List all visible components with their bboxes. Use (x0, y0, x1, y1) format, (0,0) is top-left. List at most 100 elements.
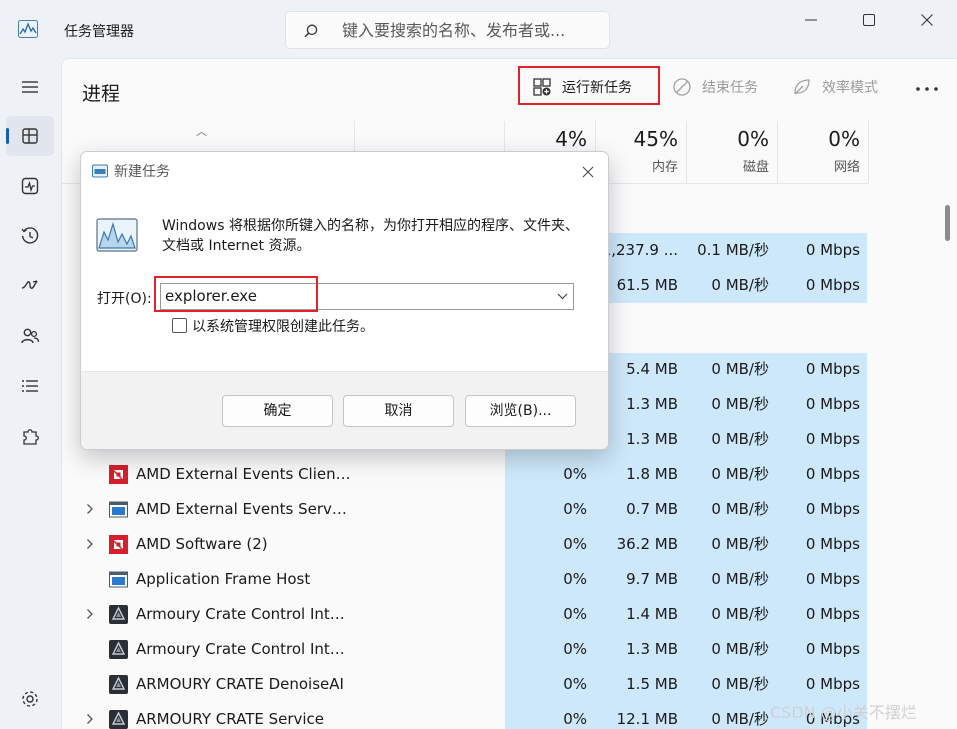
app-window-icon (109, 500, 128, 519)
run-new-task-label: 运行新任务 (562, 80, 632, 96)
cell-disk: 0 MB/秒 (711, 710, 769, 728)
open-label: 打开(O): (97, 291, 152, 307)
chevron-right-icon[interactable] (86, 713, 94, 725)
column-disk[interactable]: 0% 磁盘 (679, 127, 769, 175)
nav-startup-apps[interactable] (6, 266, 54, 306)
minimize-button[interactable] (788, 0, 834, 40)
task-manager-app-icon (18, 20, 38, 38)
disk-percent: 0% (737, 127, 769, 151)
cell-mem: 9.7 MB (626, 570, 678, 588)
cell-mem: 1.3 MB (626, 640, 678, 658)
dialog-footer: 确定 取消 浏览(B)... (81, 371, 608, 449)
admin-privileges-label: 以系统管理权限创建此任务。 (192, 319, 374, 335)
watermark: CSDN @小关不摆烂 (770, 703, 917, 722)
cell-cpu: 0% (563, 675, 587, 693)
history-icon (21, 227, 39, 244)
cell-net: 0 Mbps (805, 241, 860, 259)
cell-mem: 1.4 MB (626, 605, 678, 623)
search-box[interactable] (285, 11, 610, 49)
disk-label: 磁盘 (742, 160, 769, 175)
details-list-icon (22, 380, 38, 392)
chevron-down-icon[interactable] (557, 293, 568, 300)
cell-net: 0 Mbps (805, 500, 860, 518)
process-name: Application Frame Host (136, 570, 311, 588)
cell-disk: 0 MB/秒 (711, 276, 769, 294)
admin-privileges-checkbox[interactable] (172, 318, 187, 333)
services-puzzle-icon (23, 429, 39, 445)
cell-cpu: 0% (563, 640, 587, 658)
process-name: ARMOURY CRATE DenoiseAI (136, 675, 344, 693)
cell-cpu: 0% (563, 605, 587, 623)
search-input[interactable] (342, 18, 597, 42)
cell-cpu: 0% (563, 500, 587, 518)
page-title: 进程 (82, 83, 121, 105)
cell-disk: 0 MB/秒 (711, 465, 769, 483)
armoury-crate-icon (109, 675, 128, 694)
cell-mem: 1.5 MB (626, 675, 678, 693)
cell-disk: 0 MB/秒 (711, 640, 769, 658)
gear-icon (22, 691, 38, 707)
armoury-crate-icon (109, 710, 128, 729)
vertical-scrollbar[interactable] (945, 205, 950, 241)
startup-icon (21, 280, 38, 289)
maximize-button[interactable] (846, 0, 892, 40)
ok-button[interactable]: 确定 (222, 395, 333, 427)
run-dialog-title-icon (92, 164, 108, 178)
dialog-description: Windows 将根据你所键入的名称，为你打开相应的程序、文件夹、文档或 Int… (162, 218, 579, 254)
amd-logo-icon (109, 535, 128, 554)
chevron-right-icon[interactable] (86, 538, 94, 550)
nav-details[interactable] (6, 366, 54, 406)
process-name: AMD Software (2) (136, 535, 268, 553)
chevron-right-icon[interactable] (86, 608, 94, 620)
open-input-highlight-box (154, 276, 318, 312)
cell-mem: 0.7 MB (626, 500, 678, 518)
more-options-icon[interactable] (915, 86, 939, 92)
leaf-icon (794, 79, 810, 95)
cell-mem: 1.8 MB (626, 465, 678, 483)
nav-services[interactable] (6, 416, 54, 456)
cell-cpu: 0% (563, 570, 587, 588)
nav-users[interactable] (6, 316, 54, 356)
column-network[interactable]: 0% 网络 (770, 127, 860, 175)
app-window-icon (109, 570, 128, 589)
cell-disk: 0 MB/秒 (711, 605, 769, 623)
chevron-right-icon[interactable] (86, 503, 94, 515)
cell-net: 0 Mbps (805, 360, 860, 378)
nav-performance[interactable] (6, 166, 54, 206)
cell-disk: 0 MB/秒 (711, 675, 769, 693)
browse-button[interactable]: 浏览(B)... (465, 395, 576, 427)
cell-disk: 0 MB/秒 (711, 535, 769, 553)
nav-settings[interactable] (6, 679, 54, 719)
nav-processes[interactable] (6, 116, 54, 156)
close-button[interactable] (904, 0, 950, 40)
cell-net: 0 Mbps (805, 276, 860, 294)
process-name: Armoury Crate Control Inte... (136, 640, 351, 658)
users-icon (21, 328, 40, 344)
dialog-close-icon[interactable] (578, 162, 598, 182)
end-task-button[interactable]: 结束任务 (672, 76, 758, 98)
nav-app-history[interactable] (6, 216, 54, 256)
sort-up-icon[interactable]: ︿ (196, 123, 207, 139)
amd-logo-icon (109, 465, 128, 484)
run-new-task-button[interactable]: 运行新任务 (532, 76, 632, 98)
minimize-icon (805, 19, 817, 21)
memory-percent: 45% (633, 127, 678, 151)
run-new-task-icon (533, 78, 551, 96)
cell-cpu: 0% (563, 710, 587, 728)
close-icon (921, 14, 933, 26)
processes-icon (22, 128, 38, 144)
hamburger-icon (22, 81, 38, 93)
cell-net: 0 Mbps (805, 675, 860, 693)
end-task-icon (673, 78, 691, 96)
process-name: AMD External Events Client... (136, 465, 351, 483)
cell-net: 0 Mbps (805, 640, 860, 658)
cell-net: 0 Mbps (805, 395, 860, 413)
hamburger-menu-button[interactable] (6, 67, 54, 107)
cell-disk: 0 MB/秒 (711, 570, 769, 588)
cancel-button[interactable]: 取消 (343, 395, 454, 427)
efficiency-mode-button[interactable]: 效率模式 (792, 76, 878, 98)
cell-disk: 0 MB/秒 (711, 500, 769, 518)
cell-disk: 0 MB/秒 (711, 360, 769, 378)
cpu-percent: 4% (555, 127, 587, 151)
column-separator (868, 121, 869, 183)
